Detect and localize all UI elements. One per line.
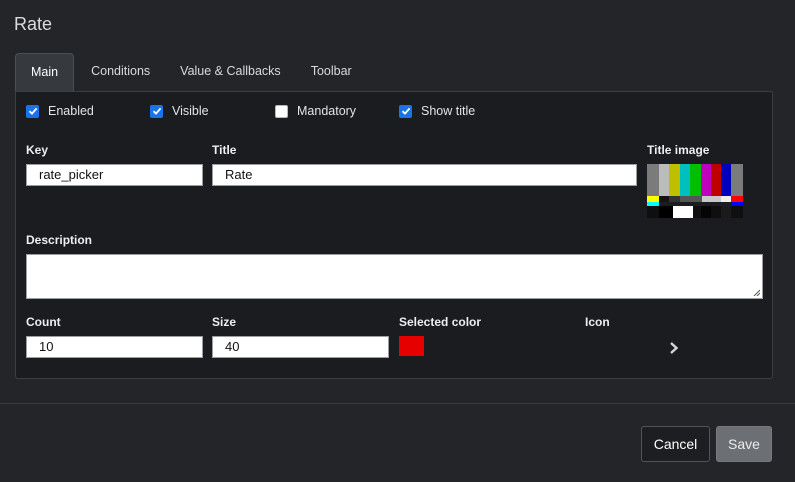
- key-label: Key: [26, 143, 49, 157]
- checkmark-icon: [152, 107, 161, 115]
- checkmark-icon: [401, 107, 410, 115]
- enabled-checkbox[interactable]: [26, 104, 39, 118]
- tab-value-callbacks[interactable]: Value & Callbacks: [165, 53, 296, 91]
- tab-conditions[interactable]: Conditions: [76, 53, 165, 91]
- size-input[interactable]: 40: [212, 336, 389, 358]
- size-label: Size: [212, 315, 237, 329]
- mandatory-checkbox-row[interactable]: Mandatory: [275, 104, 356, 118]
- show-title-checkbox[interactable]: [399, 104, 412, 118]
- footer-divider: [0, 403, 795, 404]
- save-button[interactable]: Save: [716, 426, 772, 462]
- title-image-thumbnail[interactable]: [647, 164, 743, 218]
- main-panel: Enabled Visible Mandatory Show title Key…: [15, 91, 773, 379]
- mandatory-checkbox[interactable]: [275, 104, 288, 118]
- title-image-label: Title image: [647, 143, 710, 157]
- show-title-label: Show title: [421, 104, 476, 118]
- resize-grip-icon[interactable]: [753, 289, 760, 296]
- key-input[interactable]: rate_picker: [26, 164, 203, 186]
- count-label: Count: [26, 315, 61, 329]
- description-label: Description: [26, 233, 93, 247]
- enabled-label: Enabled: [48, 104, 94, 118]
- icon-label: Icon: [585, 315, 610, 329]
- chevron-right-icon[interactable]: [668, 341, 680, 355]
- show-title-checkbox-row[interactable]: Show title: [399, 104, 475, 118]
- selected-color-swatch[interactable]: [399, 336, 424, 356]
- tab-main[interactable]: Main: [15, 53, 75, 91]
- enabled-checkbox-row[interactable]: Enabled: [26, 104, 94, 118]
- tab-bar: Main Conditions Value & Callbacks Toolba…: [15, 53, 367, 91]
- title-input[interactable]: Rate: [212, 164, 637, 186]
- visible-label: Visible: [172, 104, 209, 118]
- selected-color-label: Selected color: [399, 315, 482, 329]
- checkmark-icon: [28, 107, 37, 115]
- visible-checkbox[interactable]: [150, 104, 163, 118]
- cancel-button[interactable]: Cancel: [641, 426, 710, 462]
- dialog-title: Rate: [14, 14, 53, 34]
- title-label: Title: [212, 143, 237, 157]
- tab-toolbar[interactable]: Toolbar: [296, 53, 367, 91]
- mandatory-label: Mandatory: [297, 104, 357, 118]
- description-textarea[interactable]: [26, 254, 763, 299]
- count-input[interactable]: 10: [26, 336, 203, 358]
- visible-checkbox-row[interactable]: Visible: [150, 104, 209, 118]
